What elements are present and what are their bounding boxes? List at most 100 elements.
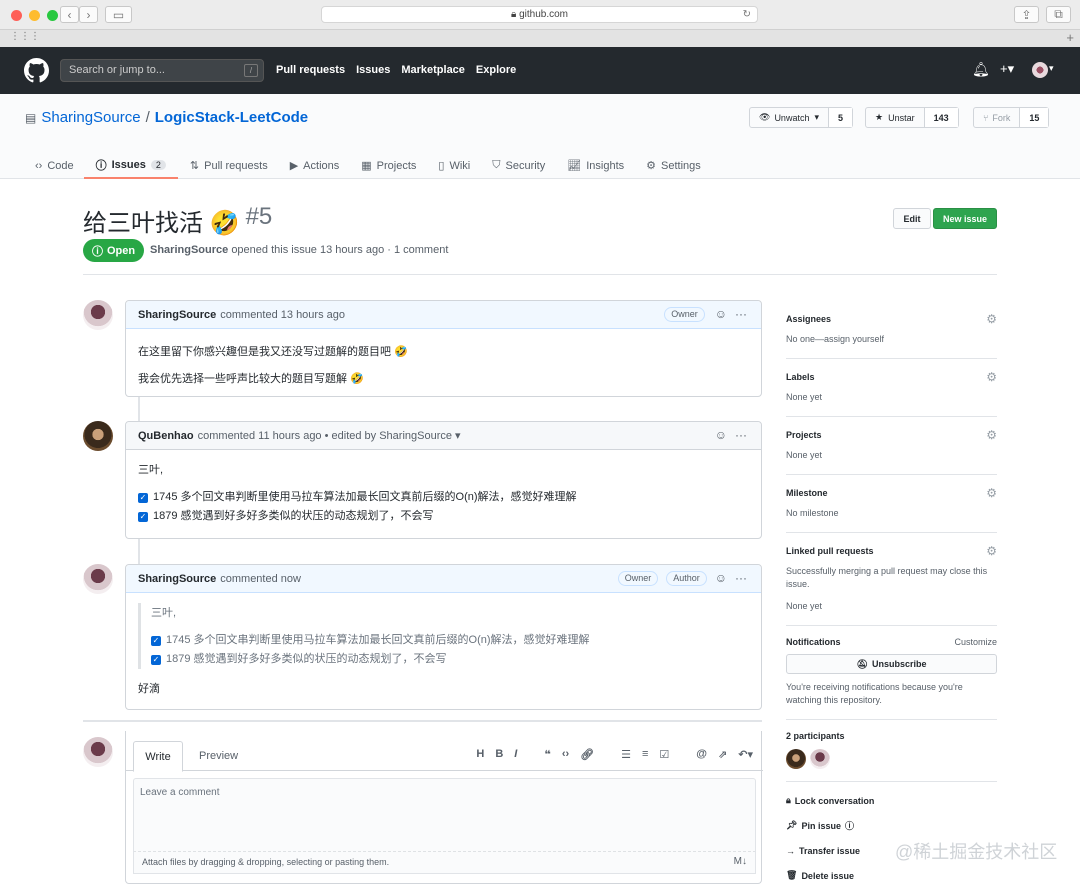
comment-author-link[interactable]: SharingSource xyxy=(138,309,216,321)
user-avatar[interactable] xyxy=(1032,62,1048,78)
avatar[interactable] xyxy=(83,564,113,594)
tab-pull-requests[interactable]: ⇅ Pull requests xyxy=(190,152,268,179)
quote-icon[interactable]: ❝ xyxy=(544,748,550,761)
divider xyxy=(83,274,997,275)
tab-code[interactable]: ‹› Code xyxy=(35,152,74,179)
sidebar-toggle-icon[interactable]: ▭ xyxy=(105,6,132,23)
tab-projects[interactable]: ▦ Projects xyxy=(361,152,416,179)
tab-issues[interactable]: ⓘ Issues 2 xyxy=(83,152,178,179)
avatar[interactable] xyxy=(810,749,830,769)
info-icon[interactable]: ⓘ xyxy=(845,819,854,832)
gear-icon[interactable]: ⚙ xyxy=(986,486,997,500)
tabs-overview-icon[interactable]: ⧉ xyxy=(1046,6,1071,23)
unwatch-button[interactable]: 👁︎ Unwatch ▾ xyxy=(750,108,828,127)
bold-icon[interactable]: B xyxy=(495,748,503,761)
smiley-icon[interactable]: ☺ xyxy=(715,307,727,322)
gear-icon[interactable]: ⚙ xyxy=(986,312,997,326)
heading-icon[interactable]: H xyxy=(476,748,484,761)
code-icon[interactable]: ‹› xyxy=(562,748,569,761)
unsubscribe-button[interactable]: 🔕︎ Unsubscribe xyxy=(786,654,997,674)
tab-write[interactable]: Write xyxy=(133,741,183,772)
star-count[interactable]: 143 xyxy=(923,108,958,127)
watch-count[interactable]: 5 xyxy=(827,108,852,127)
new-tab-icon[interactable]: + xyxy=(1066,30,1074,45)
tab-actions[interactable]: ▶ Actions xyxy=(290,152,340,179)
smiley-icon[interactable]: ☺ xyxy=(715,571,727,586)
attach-text: Attach files by dragging & dropping, sel… xyxy=(142,857,390,867)
italic-icon[interactable]: I xyxy=(514,748,517,761)
search-input[interactable]: Search or jump to... / xyxy=(60,59,264,82)
repo-owner-link[interactable]: SharingSource xyxy=(41,109,140,126)
arrow-right-icon: → xyxy=(786,845,795,856)
pin-issue-link[interactable]: 📌︎ Pin issue ⓘ xyxy=(786,813,997,838)
nav-issues[interactable]: Issues xyxy=(356,64,390,76)
minimize-window-button[interactable] xyxy=(29,10,40,21)
cross-reference-icon[interactable]: ⇗ xyxy=(718,748,727,761)
labels-value: None yet xyxy=(786,392,823,402)
customize-link[interactable]: Customize xyxy=(954,637,997,647)
reply-icon[interactable]: ↶▾ xyxy=(738,748,753,761)
close-window-button[interactable] xyxy=(11,10,22,21)
unstar-button[interactable]: ★ Unstar xyxy=(866,108,924,127)
list-unordered-icon[interactable]: ☰ xyxy=(621,748,631,761)
kebab-horizontal-icon[interactable]: ··· xyxy=(735,307,747,322)
smiley-icon[interactable]: ☺ xyxy=(715,428,727,442)
maximize-window-button[interactable] xyxy=(47,10,58,21)
tab-insights[interactable]: 📈︎ Insights xyxy=(567,152,624,179)
kebab-horizontal-icon[interactable]: ··· xyxy=(735,571,747,586)
pin-label: Pin issue xyxy=(801,820,841,831)
tab-wiki[interactable]: ▯ Wiki xyxy=(438,152,470,179)
linked-prs-desc: Successfully merging a pull request may … xyxy=(786,566,988,589)
plus-icon[interactable]: +▾ xyxy=(1000,61,1014,77)
checkbox-checked-icon[interactable]: ✓ xyxy=(151,635,161,646)
lock-conversation-link[interactable]: 🔒︎ Lock conversation xyxy=(786,788,997,813)
mention-icon[interactable]: @ xyxy=(696,748,707,761)
list-ordered-icon[interactable]: ≡ xyxy=(642,748,648,761)
issue-opened-icon: ⓘ xyxy=(91,245,103,258)
kebab-horizontal-icon[interactable]: ··· xyxy=(735,428,747,442)
gear-icon[interactable]: ⚙ xyxy=(986,370,997,384)
tab-preview[interactable]: Preview xyxy=(199,750,238,762)
share-icon[interactable]: ⇪ xyxy=(1014,6,1039,23)
address-bar[interactable]: 🔒︎ github.com ↻ xyxy=(321,6,758,23)
avatar[interactable] xyxy=(786,749,806,769)
comment-meta[interactable]: commented 11 hours ago • edited by Shari… xyxy=(198,429,461,442)
tab-security[interactable]: ⛉ Security xyxy=(492,152,545,179)
issue-author-link[interactable]: SharingSource xyxy=(150,244,228,256)
github-logo-icon[interactable] xyxy=(24,58,49,83)
back-button[interactable]: ‹ xyxy=(60,6,79,23)
nav-explore[interactable]: Explore xyxy=(476,64,516,76)
bell-icon[interactable]: 🔔︎ xyxy=(972,61,990,78)
task-text: 1879 感觉遇到好多好多类似的状压的动态规划了，不会写 xyxy=(153,510,434,522)
attach-files-bar[interactable]: Attach files by dragging & dropping, sel… xyxy=(133,852,756,874)
tab-settings[interactable]: ⚙ Settings xyxy=(646,152,701,179)
checkbox-checked-icon[interactable]: ✓ xyxy=(138,511,148,522)
checkbox-checked-icon[interactable]: ✓ xyxy=(138,492,148,503)
forward-button[interactable]: › xyxy=(79,6,98,23)
avatar[interactable] xyxy=(83,300,113,330)
delete-issue-link[interactable]: 🗑︎ Delete issue xyxy=(786,863,997,888)
gear-icon[interactable]: ⚙ xyxy=(986,544,997,558)
edit-button[interactable]: Edit xyxy=(893,208,931,229)
new-issue-button[interactable]: New issue xyxy=(933,208,997,229)
fork-button[interactable]: ⑂ Fork xyxy=(974,108,1019,127)
avatar[interactable] xyxy=(83,421,113,451)
comment-author-link[interactable]: QuBenhao xyxy=(138,430,194,442)
comment-textarea[interactable]: Leave a comment xyxy=(133,778,756,852)
nav-marketplace[interactable]: Marketplace xyxy=(401,64,465,76)
checkbox-checked-icon[interactable]: ✓ xyxy=(151,654,161,665)
repo-name-link[interactable]: LogicStack-LeetCode xyxy=(155,109,308,126)
link-icon[interactable]: 🔗︎ xyxy=(580,748,594,761)
comment-actions: Owner Author ☺ ··· xyxy=(612,571,747,586)
markdown-icon[interactable]: M↓ xyxy=(734,856,747,867)
nav-pull-requests[interactable]: Pull requests xyxy=(276,64,345,76)
gear-icon[interactable]: ⚙ xyxy=(986,428,997,442)
chevron-down-icon[interactable]: ▾ xyxy=(1049,63,1054,74)
reload-icon[interactable]: ↻ xyxy=(743,7,751,22)
assignees-value[interactable]: No one—assign yourself xyxy=(786,333,997,346)
fork-count[interactable]: 15 xyxy=(1019,108,1049,127)
comment-author-link[interactable]: SharingSource xyxy=(138,573,216,585)
grid-icon[interactable]: ⋮⋮⋮ xyxy=(10,31,40,42)
task-text: 1879 感觉遇到好多好多类似的状压的动态规划了，不会写 xyxy=(166,653,447,665)
tasklist-icon[interactable]: ☑ xyxy=(659,748,669,761)
